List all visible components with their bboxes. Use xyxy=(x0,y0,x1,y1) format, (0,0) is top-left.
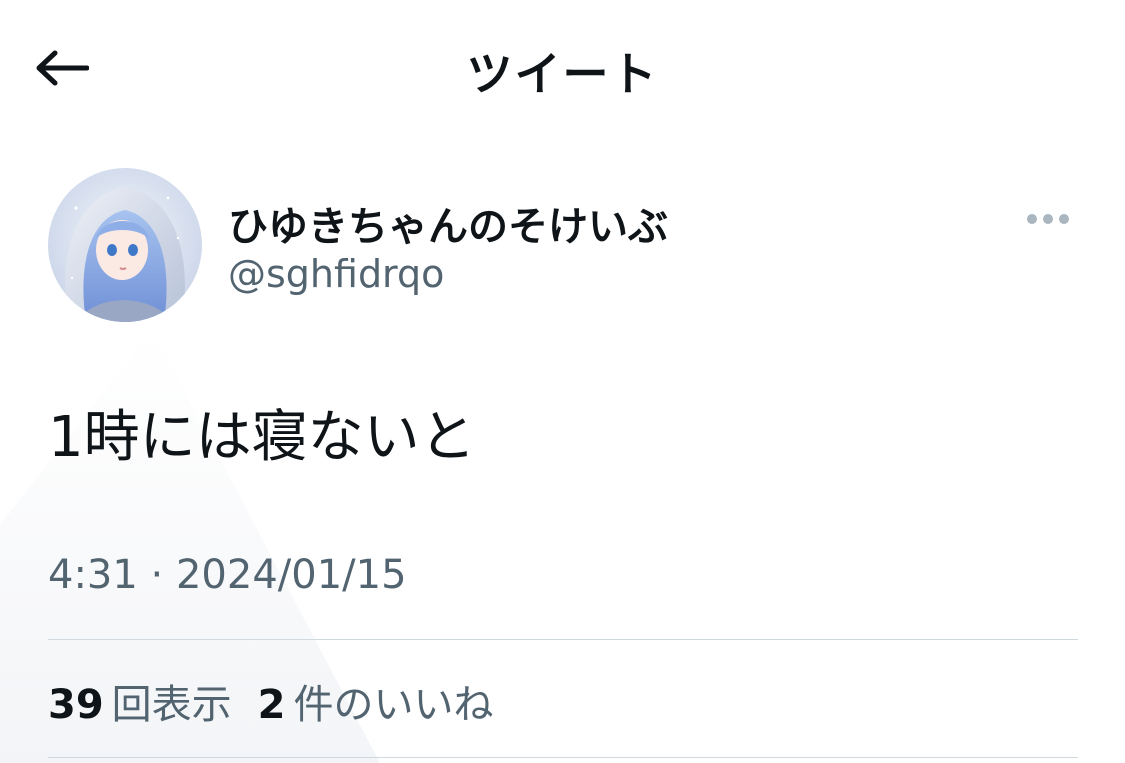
more-horizontal-icon xyxy=(1027,214,1069,224)
likes-count: 2 xyxy=(257,682,286,728)
divider xyxy=(48,757,1078,758)
author-row: ひゆきちゃんのそけいぶ @sghfidrqo xyxy=(48,168,1078,328)
page-title: ツイート xyxy=(466,47,659,101)
tweet-stats: 39 回表示 2 件のいいね xyxy=(48,672,494,730)
tweet-text: 1時には寝ないと xyxy=(48,405,476,470)
top-header: ツイート xyxy=(0,0,1125,135)
avatar[interactable] xyxy=(48,168,202,322)
likes-label: 件のいいね xyxy=(293,682,494,728)
tweet-timestamp[interactable]: 4:31 · 2024/01/15 xyxy=(48,552,407,598)
more-options-button[interactable] xyxy=(1020,202,1076,236)
avatar-image xyxy=(48,168,202,322)
views-count: 39 xyxy=(48,682,104,728)
user-handle[interactable]: @sghfidrqo xyxy=(228,252,444,296)
divider xyxy=(48,639,1078,640)
views-stat[interactable]: 39 回表示 xyxy=(48,672,232,730)
display-name[interactable]: ひゆきちゃんのそけいぶ xyxy=(228,194,668,252)
likes-stat[interactable]: 2 件のいいね xyxy=(258,672,494,730)
views-label: 回表示 xyxy=(111,682,232,728)
